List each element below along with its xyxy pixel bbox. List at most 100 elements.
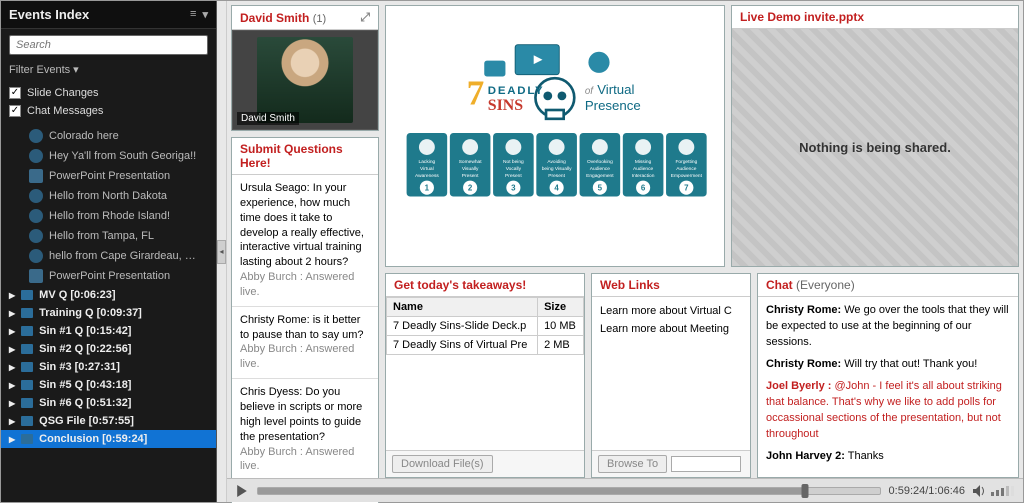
sidebar-section[interactable]: ▶Sin #6 Q [0:51:32] bbox=[1, 394, 216, 412]
weblink-item[interactable]: Learn more about Meeting bbox=[600, 321, 742, 339]
download-files-button[interactable]: Download File(s) bbox=[392, 455, 493, 473]
presenter-body: David Smith bbox=[232, 30, 378, 130]
volume-bars-icon bbox=[991, 486, 1015, 496]
question-text: Ursula Seago: In your experience, how mu… bbox=[240, 181, 370, 270]
browse-to-input[interactable] bbox=[671, 456, 741, 472]
chat-body[interactable]: Christy Rome: We go over the tools that … bbox=[758, 297, 1018, 477]
section-label: Sin #1 Q [0:15:42] bbox=[39, 325, 131, 337]
disclosure-icon: ▶ bbox=[9, 345, 15, 354]
disclosure-icon: ▶ bbox=[9, 291, 15, 300]
layout-icon bbox=[21, 434, 33, 444]
section-label: QSG File [0:57:55] bbox=[39, 415, 134, 427]
question-item[interactable]: Christy Rome: is it better to pause than… bbox=[232, 307, 378, 379]
sidebar-event-item[interactable]: hello from Cape Girardeau, … bbox=[1, 246, 216, 266]
svg-text:Audience: Audience bbox=[676, 166, 697, 172]
chat-message: Christy Rome: Will try that out! Thank y… bbox=[766, 357, 1010, 373]
slide-svg: 7 DEADLY SINS of Virtual Presence Lackin… bbox=[396, 16, 714, 255]
questions-body[interactable]: Ursula Seago: In your experience, how mu… bbox=[232, 175, 378, 503]
sidebar-event-item[interactable]: PowerPoint Presentation bbox=[1, 266, 216, 286]
svg-text:DEADLY: DEADLY bbox=[488, 86, 545, 98]
chat-author: Christy Rome: bbox=[766, 304, 841, 316]
sidebar-section[interactable]: ▶QSG File [0:57:55] bbox=[1, 412, 216, 430]
sidebar-event-item[interactable]: Hello from Tampa, FL bbox=[1, 226, 216, 246]
presenter-panel: David Smith (1) ⤢ David Smith bbox=[231, 5, 379, 131]
sidebar-event-item[interactable]: Hello from North Dakota bbox=[1, 186, 216, 206]
sidebar-title: Events Index bbox=[9, 7, 89, 22]
svg-text:Audience: Audience bbox=[633, 166, 654, 172]
file-size: 2 MB bbox=[538, 336, 584, 355]
playbar: 0:59:24/1:06:46 bbox=[227, 478, 1023, 502]
sidebar-section[interactable]: ▶ Conclusion [0:59:24] bbox=[1, 430, 216, 448]
question-item[interactable]: Ursula Seago: In your experience, how mu… bbox=[232, 175, 378, 307]
sidebar-check[interactable]: ✓Chat Messages bbox=[9, 102, 208, 120]
questions-panel: Submit Questions Here! Ursula Seago: In … bbox=[231, 137, 379, 503]
downloads-body: NameSize7 Deadly Sins-Slide Deck.p10 MB7… bbox=[386, 297, 584, 450]
presenter-name: David Smith bbox=[240, 11, 309, 25]
sidebar-event-item[interactable]: Hello from Rhode Island! bbox=[1, 206, 216, 226]
menu-icon[interactable]: ≡ bbox=[190, 8, 196, 21]
sidebar-section[interactable]: ▶Sin #5 Q [0:43:18] bbox=[1, 376, 216, 394]
svg-text:Interaction: Interaction bbox=[632, 173, 655, 179]
chat-header: Chat (Everyone) bbox=[758, 274, 1018, 297]
slide-panel: 7 DEADLY SINS of Virtual Presence Lackin… bbox=[385, 5, 725, 267]
left-column: David Smith (1) ⤢ David Smith Submit Que… bbox=[231, 5, 379, 478]
layout-icon bbox=[21, 326, 33, 336]
fullscreen-icon[interactable]: ⤢ bbox=[360, 10, 370, 25]
svg-text:4: 4 bbox=[555, 184, 560, 193]
question-item[interactable]: Chris Dyess: Do you believe in scripts o… bbox=[232, 379, 378, 481]
volume-control[interactable] bbox=[973, 485, 1015, 497]
downloads-table[interactable]: NameSize7 Deadly Sins-Slide Deck.p10 MB7… bbox=[386, 297, 584, 355]
weblinks-footer: Browse To bbox=[592, 450, 750, 477]
sidebar-event-item[interactable]: Hey Ya'll from South Georiga!! bbox=[1, 146, 216, 166]
section-label: Sin #6 Q [0:51:32] bbox=[39, 397, 131, 409]
svg-text:Overlooking: Overlooking bbox=[587, 159, 613, 165]
layout-icon bbox=[21, 308, 33, 318]
file-name: 7 Deadly Sins-Slide Deck.p bbox=[387, 317, 538, 336]
sidebar-section[interactable]: ▶Sin #2 Q [0:22:56] bbox=[1, 340, 216, 358]
seek-thumb[interactable] bbox=[801, 484, 808, 498]
sidebar-section[interactable]: ▶ Sin #1 Q [0:15:42] bbox=[1, 322, 216, 340]
table-row[interactable]: 7 Deadly Sins of Virtual Pre2 MB bbox=[387, 336, 584, 355]
svg-text:being Visually: being Visually bbox=[542, 166, 572, 172]
sin-tile: MissingAudienceInteraction6 bbox=[623, 133, 664, 197]
collapse-icon[interactable]: ▾ bbox=[202, 8, 208, 21]
chat-message: John Harvey 2: Thanks bbox=[766, 449, 1010, 465]
sidebar-section[interactable]: ▶Training Q [0:09:37] bbox=[1, 304, 216, 322]
sidebar-header: Events Index ≡ ▾ bbox=[1, 1, 216, 29]
downloads-footer: Download File(s) bbox=[386, 450, 584, 477]
sin-tile: Avoidingbeing VisuallyPresent4 bbox=[536, 133, 577, 197]
svg-text:Virtual: Virtual bbox=[420, 166, 434, 172]
sidebar-event-item[interactable]: PowerPoint Presentation bbox=[1, 166, 216, 186]
slide-body[interactable]: 7 DEADLY SINS of Virtual Presence Lackin… bbox=[386, 6, 724, 266]
sin-tile: SomewhatVisuallyPresent2 bbox=[450, 133, 491, 197]
weblink-item[interactable]: Learn more about Virtual C bbox=[600, 303, 742, 321]
sidebar-event-item[interactable]: Colorado here bbox=[1, 126, 216, 146]
event-label: Hello from Tampa, FL bbox=[49, 230, 154, 242]
questions-header: Submit Questions Here! bbox=[232, 138, 378, 175]
event-label: Hey Ya'll from South Georiga!! bbox=[49, 150, 196, 162]
search-input[interactable] bbox=[9, 35, 208, 55]
section-label: Conclusion [0:59:24] bbox=[39, 433, 147, 445]
col-size[interactable]: Size bbox=[538, 298, 584, 317]
seek-track[interactable] bbox=[257, 487, 881, 495]
disclosure-icon: ▶ bbox=[9, 327, 15, 336]
col-name[interactable]: Name bbox=[387, 298, 538, 317]
svg-text:Presence: Presence bbox=[585, 98, 641, 113]
sidebar-search-wrap bbox=[1, 29, 216, 61]
sidebar-check[interactable]: ✓Slide Changes bbox=[9, 84, 208, 102]
browse-to-button[interactable]: Browse To bbox=[598, 455, 667, 473]
table-row[interactable]: 7 Deadly Sins-Slide Deck.p10 MB bbox=[387, 317, 584, 336]
play-button[interactable] bbox=[235, 484, 249, 498]
filter-events[interactable]: Filter Events ▾ bbox=[1, 61, 216, 82]
presenter-video[interactable]: David Smith bbox=[232, 30, 378, 130]
volume-icon bbox=[973, 485, 987, 497]
event-label: PowerPoint Presentation bbox=[49, 170, 170, 182]
gutter-collapse-left[interactable]: ◂ bbox=[217, 240, 226, 264]
sidebar-section[interactable]: ▶MV Q [0:06:23] bbox=[1, 286, 216, 304]
disclosure-icon: ▶ bbox=[9, 435, 15, 444]
chat-bubble-icon bbox=[29, 229, 43, 243]
disclosure-icon: ▶ bbox=[9, 363, 15, 372]
sidebar-section[interactable]: ▶Sin #3 [0:27:31] bbox=[1, 358, 216, 376]
svg-text:of: of bbox=[585, 87, 594, 98]
checkbox-icon: ✓ bbox=[9, 87, 21, 99]
